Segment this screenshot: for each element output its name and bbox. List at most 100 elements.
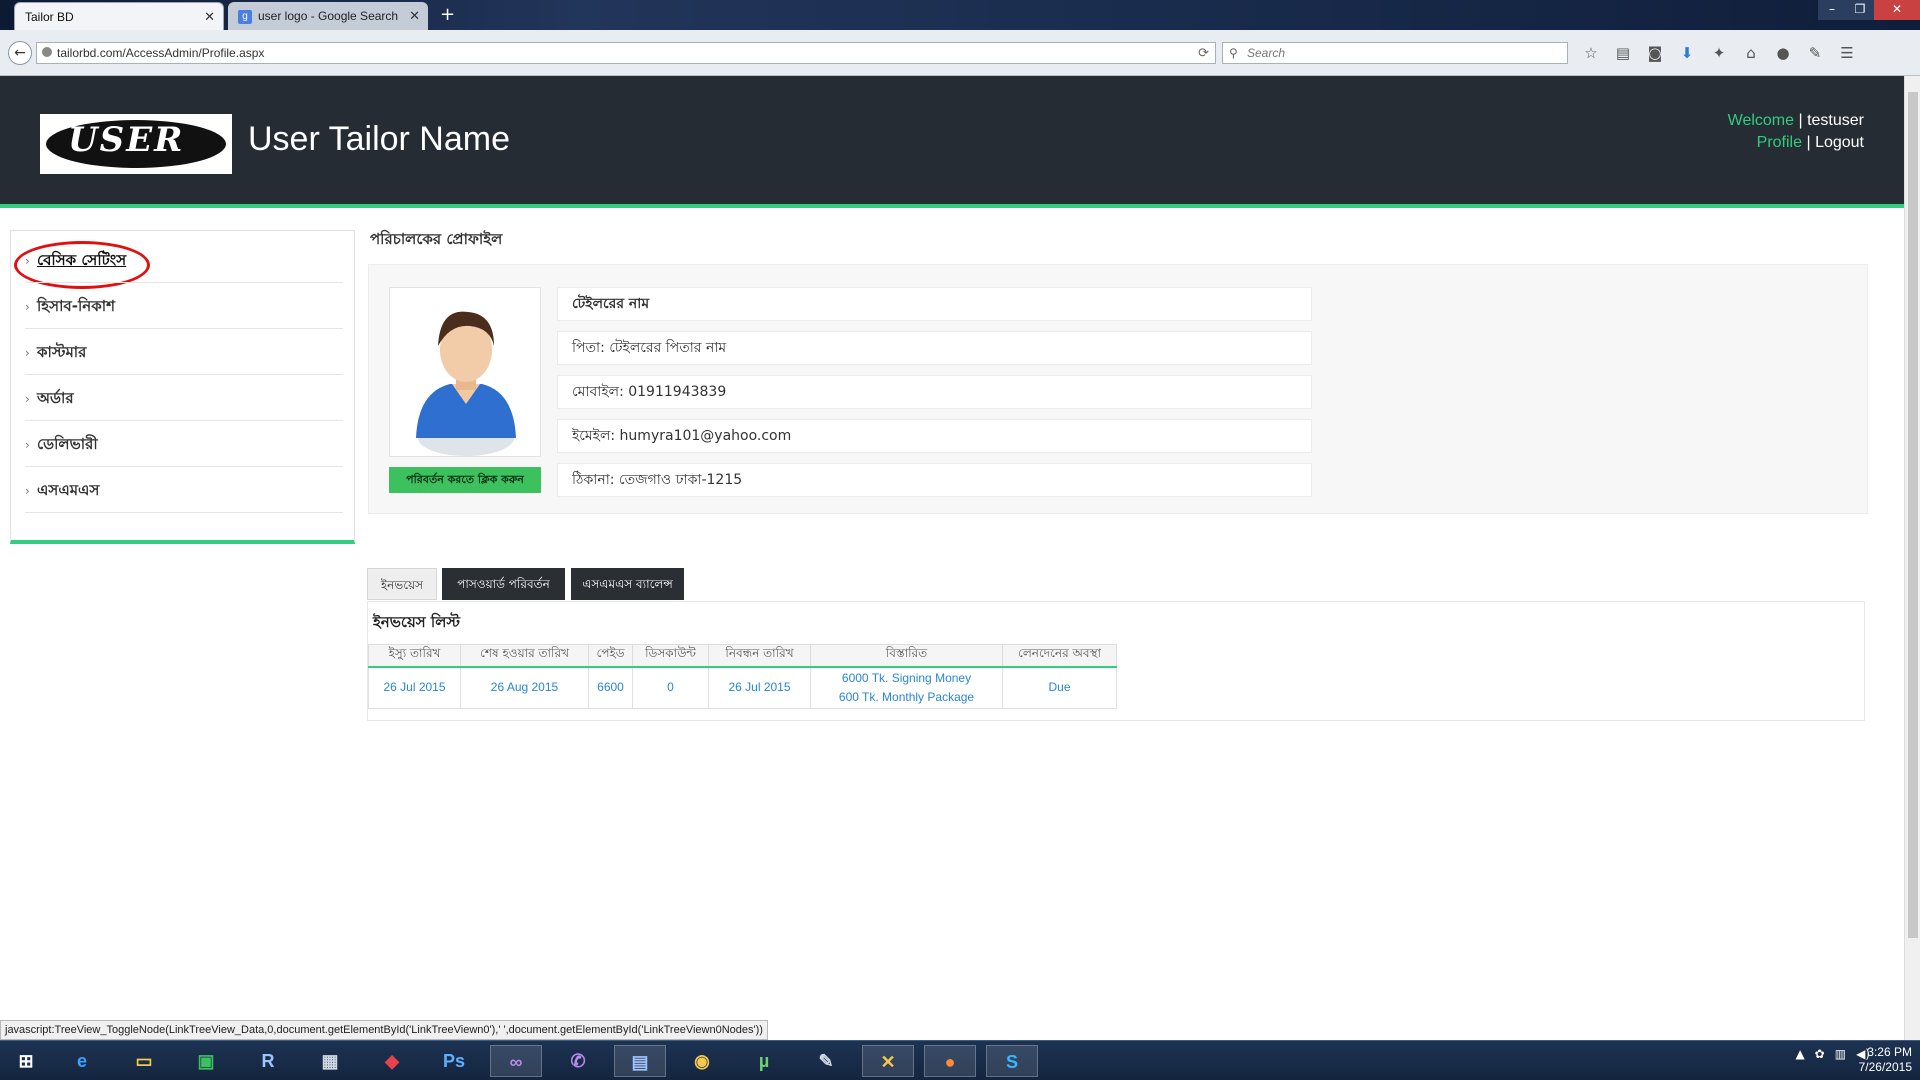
sidebar-item-sms[interactable]: › এসএমএস (25, 467, 343, 513)
page-title: পরিচালকের প্রোফাইল (370, 230, 503, 248)
search-placeholder: Search (1247, 46, 1286, 60)
firefox-icon[interactable]: ● (924, 1045, 976, 1077)
tray-expand-icon[interactable]: ▲ (1795, 1047, 1804, 1061)
status-link[interactable]: Due (1002, 666, 1117, 709)
taskbar-clock[interactable]: 3:26 PM 7/26/2015 (1859, 1045, 1912, 1075)
pen-icon[interactable]: ✎ (1804, 42, 1826, 64)
sidebar-item-label: কাস্টমার (37, 343, 87, 361)
sidebar-item-customer[interactable]: › কাস্টমার (25, 329, 343, 375)
tools-icon[interactable]: ✕ (862, 1045, 914, 1077)
details-cell[interactable]: 6000 Tk. Signing Money 600 Tk. Monthly P… (810, 666, 1003, 709)
registration-date-link[interactable]: 26 Jul 2015 (708, 666, 811, 709)
chevron-right-icon: › (25, 484, 30, 498)
site-header: USER User Tailor Name Welcome | testuser… (0, 76, 1904, 208)
close-tab-icon[interactable]: ✕ (409, 2, 420, 30)
column-header: বিস্তারিত (810, 644, 1003, 668)
chevron-right-icon: › (25, 438, 30, 452)
sidebar-item-delivery[interactable]: › ডেলিভারী (25, 421, 343, 467)
tab-title: Tailor BD (25, 10, 74, 24)
profile-link[interactable]: Profile (1757, 134, 1802, 151)
search-input[interactable]: ⚲ Search (1222, 42, 1568, 64)
paint-icon[interactable]: ✎ (800, 1045, 852, 1077)
windows-start-icon[interactable]: ⊞ (0, 1045, 52, 1077)
chevron-right-icon: › (25, 300, 30, 314)
pocket-icon[interactable]: ◙ (1644, 42, 1666, 64)
red-app-icon[interactable]: ◆ (366, 1045, 418, 1077)
r-app-icon[interactable]: R (242, 1045, 294, 1077)
chat-icon[interactable]: ● (1772, 42, 1794, 64)
file-explorer-icon[interactable]: ▭ (118, 1045, 170, 1077)
menu-icon[interactable]: ☰ (1836, 42, 1858, 64)
calculator-icon[interactable]: ▦ (304, 1045, 356, 1077)
tab-invoice[interactable]: ইনভয়েস (367, 568, 437, 600)
profile-panel: পরিবর্তন করতে ক্লিক করুন টেইলরের নাম পিত… (368, 264, 1868, 514)
sidebar-item-basic-settings[interactable]: › বেসিক সেটিংস (25, 237, 343, 283)
minimize-icon[interactable]: – (1818, 0, 1846, 20)
back-arrow-icon[interactable]: ← (8, 41, 32, 65)
sidebar-item-label: এসএমএস (37, 481, 100, 499)
column-header: ইস্যু তারিখ (368, 644, 461, 668)
bookmarks-list-icon[interactable]: ▤ (1612, 42, 1634, 64)
reload-icon[interactable]: ⟳ (1198, 43, 1209, 63)
new-tab-icon[interactable]: + (440, 4, 455, 25)
profile-father: পিতা: টেইলরের পিতার নাম (557, 331, 1312, 365)
clock-date: 7/26/2015 (1858, 1060, 1912, 1074)
logout-link[interactable]: Logout (1815, 134, 1864, 151)
site-title: User Tailor Name (248, 120, 511, 158)
invoice-list-title: ইনভয়েস লিস্ট (373, 613, 461, 631)
browser-tab-google-search[interactable]: g user logo - Google Search ✕ (228, 2, 428, 30)
sidebar-item-label: হিসাব-নিকাশ (37, 297, 115, 315)
address-bar[interactable]: tailorbd.com/AccessAdmin/Profile.aspx ⟳ (36, 42, 1216, 64)
site-logo[interactable]: USER (40, 114, 232, 174)
page-scrollbar[interactable] (1904, 76, 1920, 1040)
browser-status-bar: javascript:TreeView_ToggleNode(LinkTreeV… (0, 1020, 768, 1040)
viber-icon[interactable]: ✆ (552, 1045, 604, 1077)
restore-icon[interactable]: ❐ (1846, 0, 1874, 20)
close-window-icon[interactable]: ✕ (1874, 0, 1920, 20)
sidebar-menu: › বেসিক সেটিংস › হিসাব-নিকাশ › কাস্টমার › অর… (10, 230, 355, 544)
tab-title: user logo - Google Search (258, 9, 399, 23)
store-icon[interactable]: ▣ (180, 1045, 232, 1077)
details-line[interactable]: 600 Tk. Monthly Package (811, 688, 1002, 707)
downloads-icon[interactable]: ⬇ (1676, 42, 1698, 64)
browser-tab-tailor-bd[interactable]: Tailor BD ✕ (14, 2, 224, 30)
sidebar-item-order[interactable]: › অর্ডার (25, 375, 343, 421)
photoshop-icon[interactable]: Ps (428, 1045, 480, 1077)
close-tab-icon[interactable]: ✕ (204, 3, 215, 31)
profile-name: টেইলরের নাম (557, 287, 1312, 321)
sidebar-item-label: অর্ডার (37, 389, 74, 407)
bookmark-star-icon[interactable]: ☆ (1580, 42, 1602, 64)
skype-icon[interactable]: S (986, 1045, 1038, 1077)
tab-sms-balance[interactable]: এসএমএস ব্যালেন্স (571, 568, 684, 600)
user-panel: Welcome | testuser Profile | Logout (1727, 112, 1864, 151)
column-header: লেনদেনের অবস্থা (1002, 644, 1117, 668)
site-info-icon[interactable] (42, 47, 52, 57)
profile-mobile: মোবাইল: 01911943839 (557, 375, 1312, 409)
end-date-link[interactable]: 26 Aug 2015 (460, 666, 589, 709)
network-icon[interactable]: ▥ (1835, 1047, 1846, 1061)
change-photo-button[interactable]: পরিবর্তন করতে ক্লিক করুন (389, 467, 541, 493)
internet-explorer-icon[interactable]: e (56, 1045, 108, 1077)
tab-change-password[interactable]: পাসওয়ার্ড পরিবর্তন (442, 568, 565, 600)
chrome-icon[interactable]: ◉ (676, 1045, 728, 1077)
paid-link[interactable]: 6600 (588, 666, 633, 709)
tray-app-icon[interactable]: ✿ (1815, 1047, 1825, 1061)
home-icon[interactable]: ⌂ (1740, 42, 1762, 64)
addon-icon[interactable]: ✦ (1708, 42, 1730, 64)
visual-studio-icon[interactable]: ∞ (490, 1045, 542, 1077)
remote-desktop-icon[interactable]: ▤ (614, 1045, 666, 1077)
sidebar-item-label: বেসিক সেটিংস (37, 251, 127, 269)
search-icon: ⚲ (1229, 46, 1238, 60)
window-controls: – ❐ ✕ (1818, 0, 1920, 20)
username: testuser (1807, 112, 1864, 129)
browser-toolbar-icons: ☆ ▤ ◙ ⬇ ✦ ⌂ ● ✎ ☰ (1580, 42, 1858, 64)
chevron-right-icon: › (25, 392, 30, 406)
discount-link[interactable]: 0 (632, 666, 709, 709)
issue-date-link[interactable]: 26 Jul 2015 (368, 666, 461, 709)
sidebar-item-accounts[interactable]: › হিসাব-নিকাশ (25, 283, 343, 329)
scrollbar-thumb[interactable] (1908, 92, 1918, 938)
column-header: শেষ হওয়ার তারিখ (460, 644, 589, 668)
details-line[interactable]: 6000 Tk. Signing Money (811, 669, 1002, 688)
column-header: ডিসকাউন্ট (632, 644, 709, 668)
utorrent-icon[interactable]: µ (738, 1045, 790, 1077)
